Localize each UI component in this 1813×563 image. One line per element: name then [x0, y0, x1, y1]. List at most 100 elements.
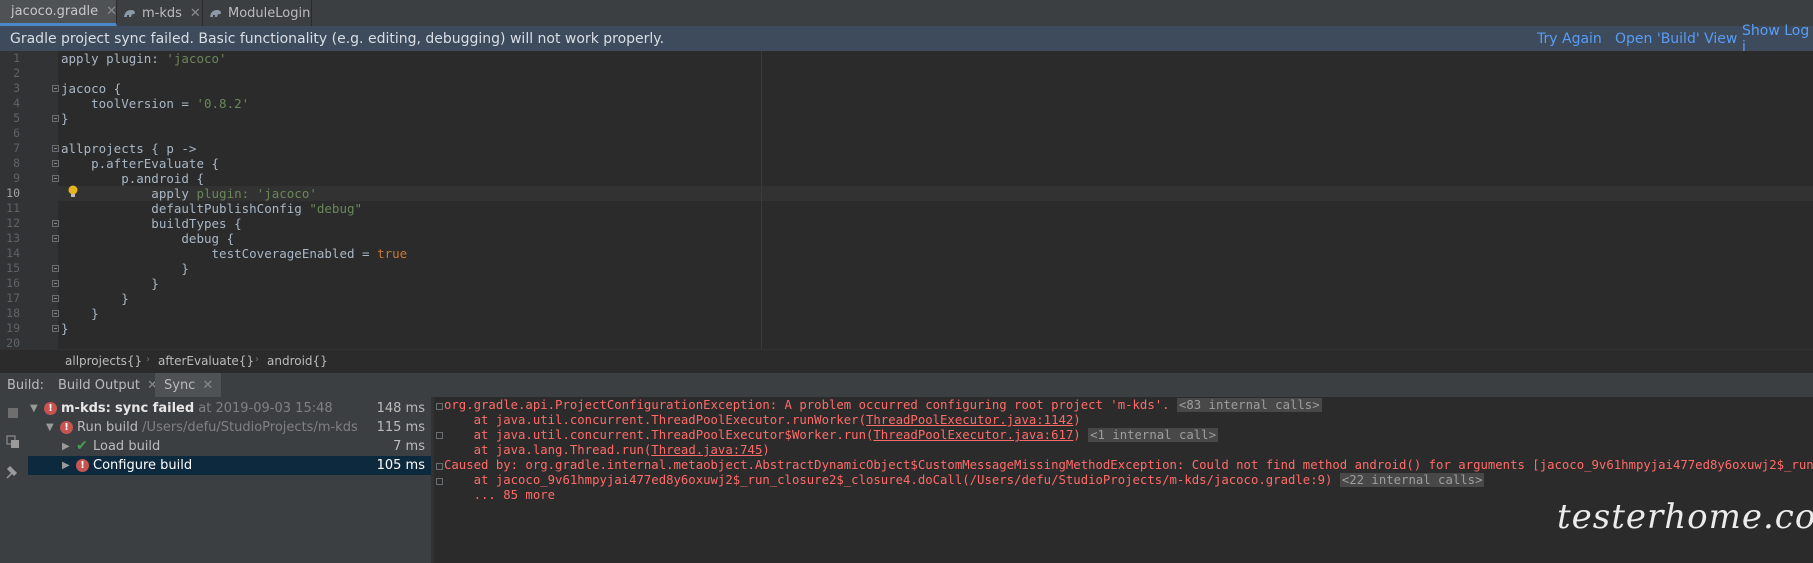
console-line: at java.util.concurrent.ThreadPoolExecut…: [444, 413, 1081, 427]
console-line: org.gradle.api.ProjectConfigurationExcep…: [444, 398, 1322, 412]
code-line: buildTypes {: [61, 216, 242, 231]
code-line: apply plugin: 'jacoco': [61, 51, 227, 66]
fold-marker-icon[interactable]: [52, 115, 59, 122]
chevron-down-icon[interactable]: ▼: [30, 399, 38, 418]
tab-jacoco-gradle[interactable]: jacoco.gradle ✕: [0, 0, 117, 26]
fold-marker-icon[interactable]: [52, 310, 59, 317]
tab-label: jacoco.gradle: [11, 4, 99, 19]
line-number: 2: [13, 66, 20, 80]
tab-m-kds[interactable]: m-kds ✕: [117, 0, 203, 26]
source-link[interactable]: ThreadPoolExecutor.java:1142: [866, 413, 1073, 427]
tree-label: m-kds:: [61, 401, 111, 416]
line-number: 7: [13, 141, 20, 155]
code-line: apply plugin: 'jacoco': [61, 186, 317, 201]
close-icon[interactable]: ✕: [106, 4, 117, 19]
tree-row-configure-build[interactable]: ▶ Configure build 105 ms: [28, 456, 431, 475]
build-console[interactable]: org.gradle.api.ProjectConfigurationExcep…: [434, 397, 1813, 563]
chevron-down-icon[interactable]: ▼: [46, 418, 54, 437]
breadcrumb-afterevaluate[interactable]: afterEvaluate{}: [158, 354, 254, 368]
line-number: 4: [13, 96, 20, 110]
code-line: }: [61, 291, 129, 306]
fold-marker-icon[interactable]: [52, 85, 59, 92]
error-icon: [60, 418, 73, 437]
lightbulb-icon[interactable]: [68, 185, 78, 199]
line-number: 8: [13, 156, 20, 170]
code-line: }: [61, 111, 69, 126]
line-number: 14: [6, 246, 20, 260]
fold-marker-icon[interactable]: [52, 175, 59, 182]
code-editor[interactable]: 1 2 3 4 5 6 7 8 9 10 11 12 13 14 15 16 17 18 19 20 apply pl…: [0, 51, 1813, 349]
gradle-icon: [210, 10, 221, 17]
internal-calls-badge[interactable]: <83 internal calls>: [1176, 398, 1322, 412]
fold-marker-icon[interactable]: [52, 295, 59, 302]
line-number: 1: [13, 51, 20, 65]
show-log-link[interactable]: Show Log i: [1742, 23, 1813, 55]
tree-label: Load build: [93, 439, 161, 454]
code-line: debug {: [61, 231, 235, 246]
internal-calls-badge[interactable]: <1 internal call>: [1088, 428, 1218, 442]
restore-layout-icon[interactable]: [6, 435, 20, 449]
line-number: 15: [6, 261, 20, 275]
editor-tab-bar: jacoco.gradle ✕ m-kds ✕ ModuleLogin: [0, 0, 1813, 27]
line-number: 19: [6, 321, 20, 335]
fold-icon[interactable]: [436, 463, 443, 470]
line-number: 5: [13, 111, 20, 125]
source-link[interactable]: Thread.java:745: [651, 443, 762, 457]
console-line: at java.lang.Thread.run(Thread.java:745): [444, 443, 770, 457]
right-margin-guide: [761, 51, 762, 349]
code-line: }: [61, 321, 69, 336]
chevron-right-icon[interactable]: ▶: [62, 456, 70, 475]
line-number: 6: [13, 126, 20, 140]
fold-icon[interactable]: [436, 478, 443, 485]
open-build-view-link[interactable]: Open 'Build' View: [1615, 31, 1737, 47]
line-number: 17: [6, 291, 20, 305]
tab-modulelogin[interactable]: ModuleLogin: [203, 0, 312, 26]
code-line: }: [61, 306, 99, 321]
line-number: 16: [6, 276, 20, 290]
fold-marker-icon[interactable]: [52, 145, 59, 152]
tree-path: /Users/defu/StudioProjects/m-kds: [142, 420, 358, 435]
error-icon: [76, 456, 89, 475]
fold-marker-icon[interactable]: [52, 265, 59, 272]
internal-calls-badge[interactable]: <22 internal calls>: [1339, 473, 1485, 487]
fold-marker-icon[interactable]: [52, 325, 59, 332]
breadcrumb: allprojects{} › afterEvaluate{} › androi…: [0, 349, 1813, 373]
breadcrumb-android[interactable]: android{}: [267, 354, 328, 368]
breadcrumb-allprojects[interactable]: allprojects{}: [65, 354, 142, 368]
tree-row-sync[interactable]: ▼ m-kds: sync failed at 2019-09-03 15:48…: [28, 399, 431, 418]
source-link[interactable]: ThreadPoolExecutor.java:617: [873, 428, 1073, 442]
line-number: 10: [6, 186, 20, 200]
pin-icon[interactable]: [6, 465, 20, 479]
code-line: p.android {: [61, 171, 204, 186]
fold-marker-icon[interactable]: [52, 235, 59, 242]
tab-build-output[interactable]: Build Output ✕: [50, 373, 164, 398]
close-icon[interactable]: ✕: [202, 378, 213, 393]
tree-row-run-build[interactable]: ▼ Run build /Users/defu/StudioProjects/m…: [28, 418, 431, 437]
code-line: allprojects { p ->: [61, 141, 197, 156]
tab-label: Sync: [164, 378, 196, 393]
tab-sync[interactable]: Sync ✕: [155, 373, 222, 398]
error-icon: [44, 399, 57, 418]
current-line-highlight: [58, 186, 1813, 201]
close-icon[interactable]: ✕: [190, 6, 201, 21]
code-line: jacoco {: [61, 81, 122, 96]
fold-icon[interactable]: [436, 403, 443, 410]
line-number: 18: [6, 306, 20, 320]
tab-label: m-kds: [142, 5, 182, 21]
tree-row-load-build[interactable]: ▶ ✔ Load build 7 ms: [28, 437, 431, 456]
code-line: defaultPublishConfig "debug": [61, 201, 363, 216]
stop-icon[interactable]: [7, 407, 19, 419]
tree-label: Run build: [77, 420, 139, 435]
line-number: 12: [6, 216, 20, 230]
tree-duration: 115 ms: [376, 420, 425, 435]
tree-duration: 105 ms: [376, 458, 425, 473]
fold-marker-icon[interactable]: [52, 220, 59, 227]
try-again-link[interactable]: Try Again: [1537, 31, 1602, 47]
build-panel-title: Build:: [7, 378, 45, 393]
fold-marker-icon[interactable]: [52, 160, 59, 167]
banner-message: Gradle project sync failed. Basic functi…: [10, 30, 665, 47]
fold-icon[interactable]: [436, 432, 443, 439]
chevron-right-icon[interactable]: ▶: [62, 437, 70, 456]
fold-marker-icon[interactable]: [52, 280, 59, 287]
line-number: 13: [6, 231, 20, 245]
